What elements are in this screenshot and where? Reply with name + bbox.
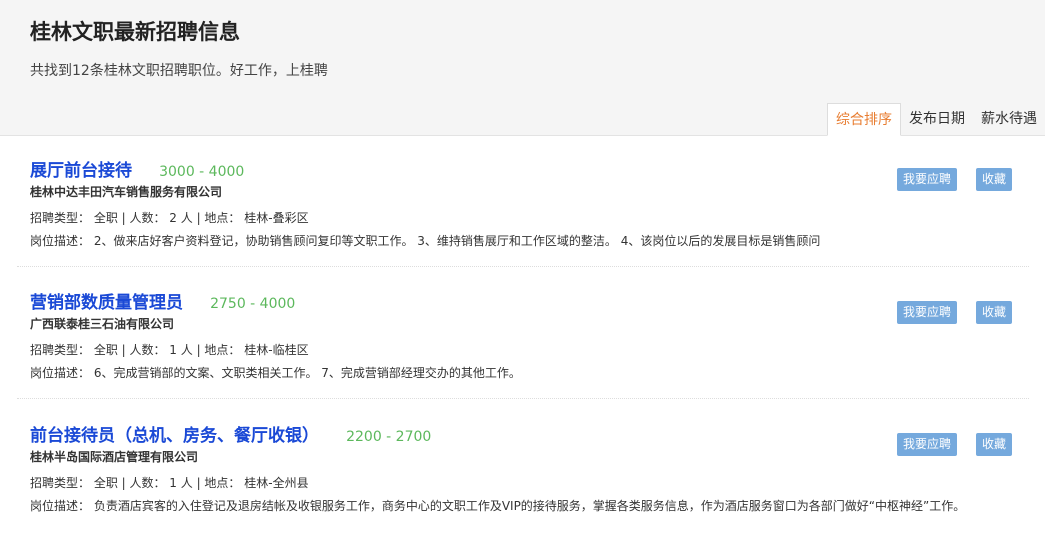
job-company: 广西联泰桂三石油有限公司: [30, 317, 175, 331]
divider: [17, 398, 1029, 399]
page-header: 桂林文职最新招聘信息 共找到12条桂林文职招聘职位。好工作，上桂聘 综合排序 发…: [0, 0, 1045, 136]
apply-button[interactable]: 我要应聘: [897, 433, 958, 456]
job-title-link[interactable]: 前台接待员（总机、房务、餐厅收银）: [30, 426, 319, 446]
tab-sort-publish-date[interactable]: 发布日期: [901, 103, 973, 135]
job-meta: 招聘类型： 全职 | 人数： 2 人 | 地点： 桂林-叠彩区: [30, 211, 309, 225]
apply-button[interactable]: 我要应聘: [897, 301, 958, 324]
job-salary: 3000 - 4000: [159, 164, 245, 180]
page-subtitle: 共找到12条桂林文职招聘职位。好工作，上桂聘: [30, 63, 328, 79]
job-salary: 2750 - 4000: [210, 296, 296, 312]
job-title-row: 营销部数质量管理员 2750 - 4000: [30, 288, 295, 313]
page-title: 桂林文职最新招聘信息: [30, 20, 240, 44]
apply-button[interactable]: 我要应聘: [897, 168, 958, 191]
job-salary: 2200 - 2700: [346, 429, 432, 445]
job-title-link[interactable]: 营销部数质量管理员: [30, 293, 183, 313]
job-description: 岗位描述： 2、做来店好客户资料登记，协助销售顾问复印等文职工作。 3、维持销售…: [30, 234, 821, 248]
job-meta: 招聘类型： 全职 | 人数： 1 人 | 地点： 桂林-全州县: [30, 476, 309, 490]
job-title-link[interactable]: 展厅前台接待: [30, 161, 132, 181]
job-listing-page: 桂林文职最新招聘信息 共找到12条桂林文职招聘职位。好工作，上桂聘 综合排序 发…: [0, 0, 1045, 555]
job-description: 岗位描述： 6、完成营销部的文案、文职类相关工作。 7、完成营销部经理交办的其他…: [30, 366, 521, 380]
job-meta: 招聘类型： 全职 | 人数： 1 人 | 地点： 桂林-临桂区: [30, 343, 309, 357]
job-description: 岗位描述： 负责酒店宾客的入住登记及退房结帐及收银服务工作，商务中心的文职工作及…: [30, 499, 966, 513]
job-title-row: 展厅前台接待 3000 - 4000: [30, 156, 244, 181]
job-title-row: 前台接待员（总机、房务、餐厅收银） 2200 - 2700: [30, 421, 431, 446]
favorite-button[interactable]: 收藏: [976, 433, 1013, 456]
job-company: 桂林半岛国际酒店管理有限公司: [30, 450, 199, 464]
job-company: 桂林中达丰田汽车销售服务有限公司: [30, 185, 223, 199]
favorite-button[interactable]: 收藏: [976, 168, 1013, 191]
divider: [17, 266, 1029, 267]
sort-tabs: 综合排序 发布日期 薪水待遇: [827, 103, 1045, 136]
favorite-button[interactable]: 收藏: [976, 301, 1013, 324]
tab-sort-comprehensive[interactable]: 综合排序: [827, 103, 901, 136]
tab-sort-salary[interactable]: 薪水待遇: [973, 103, 1045, 135]
